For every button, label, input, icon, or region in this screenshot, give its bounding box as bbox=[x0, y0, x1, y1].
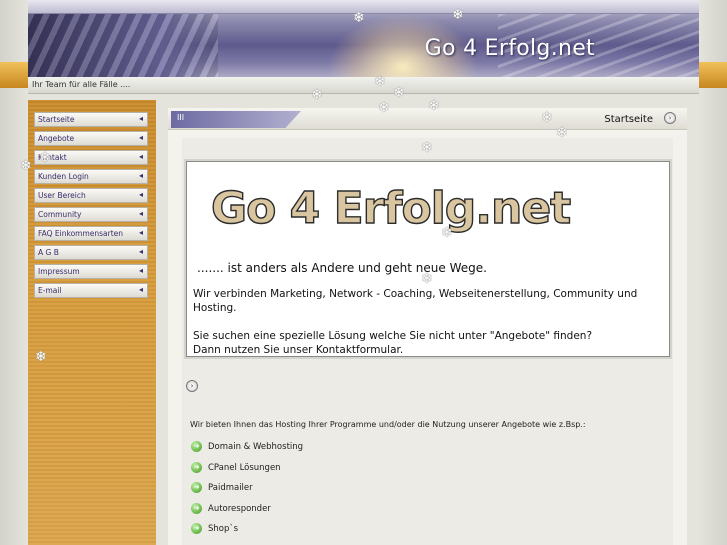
green-arrow-icon: ➜ bbox=[191, 441, 202, 452]
site-title: Go 4 Erfolg.net bbox=[424, 36, 595, 61]
green-arrow-icon: ➜ bbox=[191, 523, 202, 534]
content-header: III Startseite › bbox=[168, 108, 687, 130]
list-item-label: Shop`s bbox=[208, 524, 239, 534]
tagline-bar: Ihr Team für alle Fälle .... bbox=[28, 77, 699, 94]
nav-item-label: A G B bbox=[38, 248, 59, 257]
green-arrow-icon: ➜ bbox=[191, 482, 202, 493]
nav-item-user-bereich[interactable]: User Bereich ◂ bbox=[34, 188, 148, 203]
circle-button-icon[interactable]: › bbox=[664, 112, 676, 124]
main-nav: Startseite ◂ Angebote ◂ Kontakt ◂ Kunden Lo… bbox=[34, 112, 148, 302]
green-arrow-icon: ➜ bbox=[191, 461, 202, 473]
nav-item-faq[interactable]: FAQ Einkommensarten ◂ bbox=[34, 226, 148, 241]
nav-item-kunden-login[interactable]: Kunden Login ◂ bbox=[34, 169, 148, 184]
arrow-left-icon: ◂ bbox=[138, 152, 143, 161]
arrow-left-icon: ◂ bbox=[138, 114, 143, 123]
nav-item-agb[interactable]: A G B ◂ bbox=[34, 245, 148, 260]
sidebar: Startseite ◂ Angebote ◂ Kontakt ◂ Kunden Lo… bbox=[28, 100, 156, 545]
header-tab: III bbox=[171, 111, 301, 128]
arrow-left-icon: ◂ bbox=[138, 228, 143, 237]
arrow-left-icon: ◂ bbox=[138, 133, 143, 142]
arrow-left-icon: ◂ bbox=[138, 190, 143, 199]
banner-gold-edge-right bbox=[699, 62, 727, 88]
list-item-label: CPanel Lösungen bbox=[208, 462, 281, 473]
banner-top-strip bbox=[28, 0, 699, 14]
banner-gold-edge-left bbox=[0, 62, 28, 88]
arrow-left-icon: ◂ bbox=[138, 171, 143, 180]
nav-item-label: Angebote bbox=[38, 134, 75, 143]
nav-item-community[interactable]: Community ◂ bbox=[34, 207, 148, 222]
slogan: ....... ist anders als Andere und geht n… bbox=[197, 261, 487, 275]
tagline: Ihr Team für alle Fälle .... bbox=[32, 80, 131, 89]
logo-text: Go 4 Erfolg.net bbox=[211, 183, 571, 234]
nav-item-label: Kunden Login bbox=[38, 172, 89, 181]
page: Go 4 Erfolg.net Ihr Team für alle Fälle … bbox=[0, 0, 727, 545]
green-arrow-icon: ➜ bbox=[191, 502, 202, 514]
circle-button-icon[interactable]: › bbox=[186, 380, 198, 392]
arrow-left-icon: ◂ bbox=[138, 285, 143, 294]
intro-box: Go 4 Erfolg.net ....... ist anders als A… bbox=[186, 161, 670, 357]
nav-item-impressum[interactable]: Impressum ◂ bbox=[34, 264, 148, 279]
nav-item-angebote[interactable]: Angebote ◂ bbox=[34, 131, 148, 146]
arrow-left-icon: ◂ bbox=[138, 247, 143, 256]
nav-item-email[interactable]: E-mail ◂ bbox=[34, 283, 148, 298]
nav-item-label: E-mail bbox=[38, 286, 62, 295]
site-logo: Go 4 Erfolg.net bbox=[210, 182, 573, 234]
intro-text: Wir verbinden Marketing, Network - Coach… bbox=[193, 288, 638, 314]
nav-item-label: Kontakt bbox=[38, 153, 67, 162]
nav-item-startseite[interactable]: Startseite ◂ bbox=[34, 112, 148, 127]
list-item-label: Paidmailer bbox=[208, 483, 253, 493]
page-title: Startseite bbox=[604, 114, 653, 125]
nav-item-label: User Bereich bbox=[38, 191, 86, 200]
nav-item-label: Impressum bbox=[38, 267, 80, 276]
nav-item-kontakt[interactable]: Kontakt ◂ bbox=[34, 150, 148, 165]
nav-item-label: Community bbox=[38, 210, 82, 219]
nav-item-label: Startseite bbox=[38, 115, 75, 124]
arrow-left-icon: ◂ bbox=[138, 266, 143, 275]
header-tab-label: III bbox=[177, 113, 185, 122]
banner-keyboard-image bbox=[28, 14, 218, 80]
nav-item-label: FAQ Einkommensarten bbox=[38, 229, 124, 238]
arrow-left-icon: ◂ bbox=[138, 209, 143, 218]
list-item-label: Domain & Webhosting bbox=[208, 442, 304, 452]
list-item-label: Autoresponder bbox=[208, 503, 271, 514]
header-banner: Go 4 Erfolg.net bbox=[28, 0, 699, 80]
contact-hint: Sie suchen eine spezielle Lösung welche … bbox=[193, 330, 593, 356]
offers-intro: Wir bieten Ihnen das Hosting Ihrer Progr… bbox=[190, 420, 586, 429]
